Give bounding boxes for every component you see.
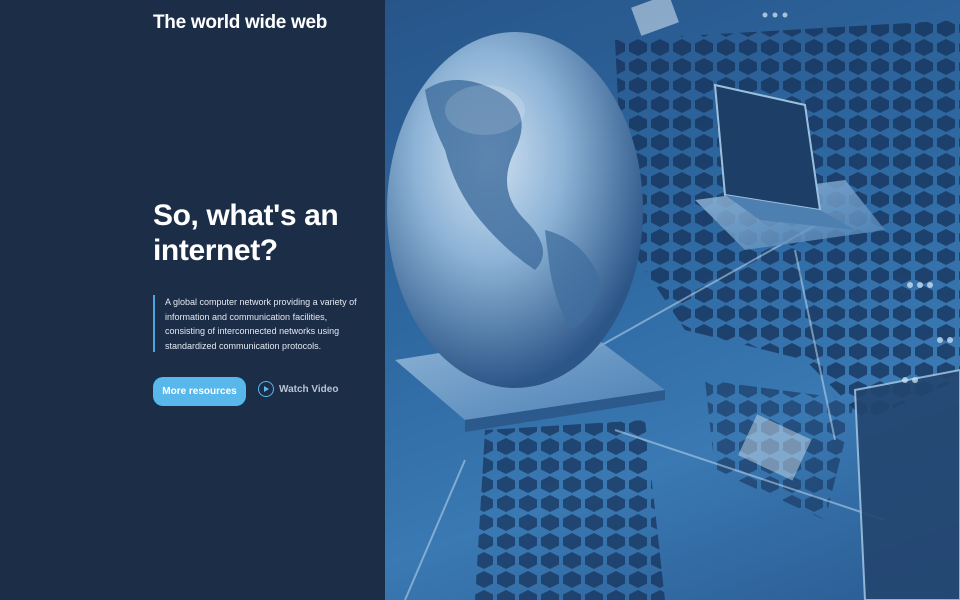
watch-video-label: Watch Video xyxy=(279,383,339,395)
more-resources-button[interactable]: More resources xyxy=(153,377,246,406)
network-illustration xyxy=(387,0,960,600)
watch-video-link[interactable]: Watch Video xyxy=(258,381,338,397)
hero-description: A global computer network providing a va… xyxy=(153,295,368,352)
hero-title-line2: internet? xyxy=(153,234,278,267)
hero-title: So, what's an internet? xyxy=(153,198,373,268)
hero-title-line1: So, what's an xyxy=(153,199,339,232)
brand-title[interactable]: The world wide web xyxy=(153,12,327,34)
play-circle-icon xyxy=(258,381,274,397)
hero-image xyxy=(385,0,960,600)
left-panel: The world wide web So, what's an interne… xyxy=(0,0,385,600)
